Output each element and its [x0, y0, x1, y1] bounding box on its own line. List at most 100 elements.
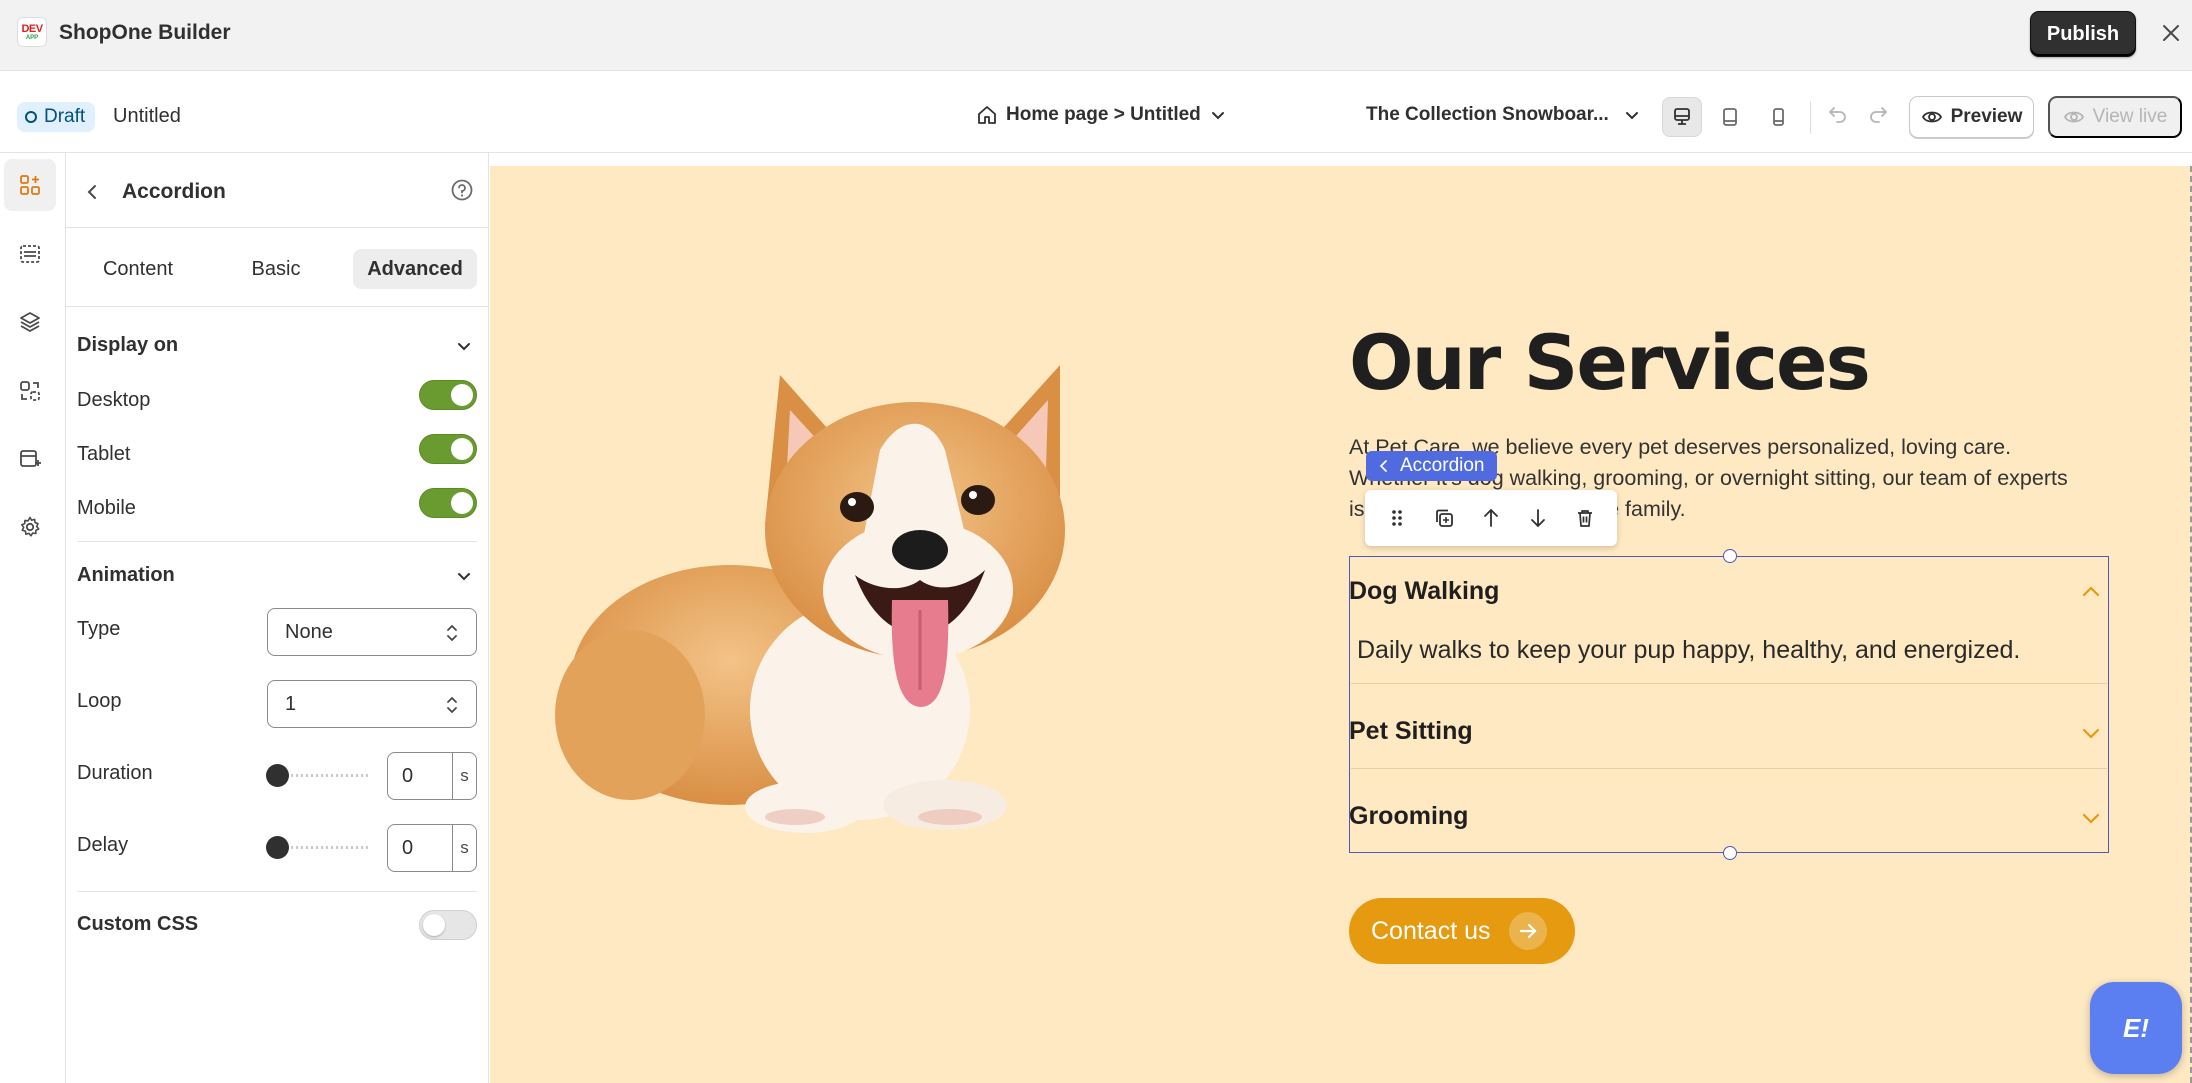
chevron-left-icon[interactable] [80, 180, 104, 204]
tablet-view-button[interactable] [1710, 97, 1750, 137]
accordion-item-title[interactable]: Dog Walking [1349, 577, 2107, 606]
corgi-image[interactable] [540, 355, 1110, 845]
status-label: Draft [44, 106, 86, 127]
loop-label: Loop [77, 690, 122, 712]
undo-icon[interactable] [1826, 103, 1854, 131]
custom-css-label: Custom CSS [77, 913, 199, 935]
select-arrows-icon [444, 694, 460, 716]
delay-unit: s [452, 825, 476, 871]
view-live-button[interactable]: View live [2048, 96, 2182, 138]
preview-button[interactable]: Preview [1909, 96, 2034, 138]
duration-input[interactable]: 0 s [387, 752, 477, 800]
left-rail [0, 153, 66, 1083]
chevron-down-icon [1623, 106, 1641, 124]
mobile-label: Mobile [77, 497, 136, 519]
display-on-heading[interactable]: Display on [77, 334, 178, 357]
chevron-down-icon[interactable] [454, 337, 474, 357]
accordion-divider [1351, 683, 2107, 684]
contact-us-label: Contact us [1371, 916, 1491, 945]
section-divider [77, 891, 477, 892]
gear-icon[interactable] [4, 501, 56, 553]
panel-divider [66, 306, 489, 307]
slider-handle[interactable] [266, 836, 289, 859]
chevron-down-icon [1209, 106, 1227, 124]
tablet-icon [1723, 108, 1737, 126]
logo-subtext: APP [25, 34, 39, 41]
animation-heading[interactable]: Animation [77, 564, 175, 587]
tablet-toggle[interactable] [419, 434, 477, 464]
selected-element-badge[interactable]: Accordion [1366, 451, 1497, 481]
duration-slider[interactable] [266, 764, 370, 787]
chevron-down-icon[interactable] [2079, 806, 2103, 830]
resize-handle-top[interactable] [1723, 549, 1737, 563]
eye-icon [2063, 106, 2085, 128]
tablet-label: Tablet [77, 443, 131, 465]
components-icon[interactable] [4, 365, 56, 417]
publish-button[interactable]: Publish [2030, 11, 2136, 57]
close-icon[interactable] [2158, 20, 2184, 46]
app-root: DEV APP ShopOne Builder Publish Draft Un… [0, 0, 2192, 1083]
canvas-top-gap [490, 153, 2192, 166]
drag-handle-icon[interactable] [1385, 506, 1409, 530]
chevron-down-icon[interactable] [2079, 721, 2103, 745]
animation-type-select[interactable]: None [267, 608, 477, 656]
mobile-icon [1773, 108, 1784, 126]
chevron-down-icon[interactable] [454, 567, 474, 587]
desktop-toggle[interactable] [419, 380, 477, 410]
chevron-up-icon[interactable] [2079, 580, 2103, 604]
duration-value: 0 [402, 764, 414, 787]
panel-title: Accordion [122, 180, 226, 203]
element-toolbar [1365, 490, 1617, 546]
slider-handle[interactable] [266, 764, 289, 787]
custom-css-toggle[interactable] [419, 910, 477, 940]
arrow-up-icon[interactable] [1479, 506, 1503, 530]
product-selector-label: The Collection Snowboar... [1366, 104, 1609, 125]
toolbar-divider [1810, 102, 1811, 134]
panel-divider [66, 227, 489, 228]
duration-unit: s [452, 753, 476, 799]
desktop-label: Desktop [77, 389, 151, 411]
chat-widget-button[interactable]: E! [2090, 982, 2182, 1074]
accordion-item-title[interactable]: Pet Sitting [1349, 717, 2107, 746]
delay-slider[interactable] [266, 836, 370, 859]
product-selector[interactable]: The Collection Snowboar... [1366, 104, 1641, 126]
home-icon [976, 104, 998, 126]
delay-label: Delay [77, 834, 129, 856]
loop-select[interactable]: 1 [267, 680, 477, 728]
section-divider [77, 541, 477, 542]
trash-icon[interactable] [1573, 506, 1597, 530]
eye-icon [1921, 106, 1943, 128]
mobile-view-button[interactable] [1758, 97, 1798, 137]
delay-value: 0 [402, 836, 414, 859]
contact-us-button[interactable]: Contact us [1349, 898, 1575, 964]
logo-text: DEV [21, 22, 43, 35]
status-dot-icon [25, 111, 37, 123]
app-title: ShopOne Builder [59, 21, 231, 44]
chevron-left-icon [1378, 459, 1390, 473]
mobile-toggle[interactable] [419, 488, 477, 518]
redo-icon[interactable] [1866, 103, 1894, 131]
delay-input[interactable]: 0 s [387, 824, 477, 872]
type-label: Type [77, 618, 121, 640]
arrow-down-icon[interactable] [1526, 506, 1550, 530]
tab-basic[interactable]: Basic [222, 249, 330, 289]
duplicate-icon[interactable] [1432, 506, 1456, 530]
desktop-icon [1674, 108, 1690, 125]
tab-advanced[interactable]: Advanced [353, 249, 477, 289]
sections-icon[interactable] [4, 159, 56, 211]
accordion-item-title[interactable]: Grooming [1349, 802, 2107, 831]
help-icon[interactable] [449, 177, 475, 203]
section-heading[interactable]: Our Services [1349, 318, 1871, 407]
tab-content[interactable]: Content [84, 249, 192, 289]
desktop-view-button[interactable] [1662, 97, 1702, 137]
layers-icon[interactable] [4, 296, 56, 348]
pages-icon[interactable] [4, 433, 56, 485]
animation-type-value: None [285, 620, 333, 643]
accordion-item-body: Daily walks to keep your pup happy, heal… [1357, 636, 2021, 664]
breadcrumb: Home page > Untitled [1006, 104, 1201, 125]
layout-icon[interactable] [4, 228, 56, 280]
app-logo: DEV APP [17, 17, 47, 47]
resize-handle-bottom[interactable] [1723, 846, 1737, 860]
duration-label: Duration [77, 762, 153, 784]
page-selector[interactable]: Home page > Untitled [976, 104, 1227, 126]
